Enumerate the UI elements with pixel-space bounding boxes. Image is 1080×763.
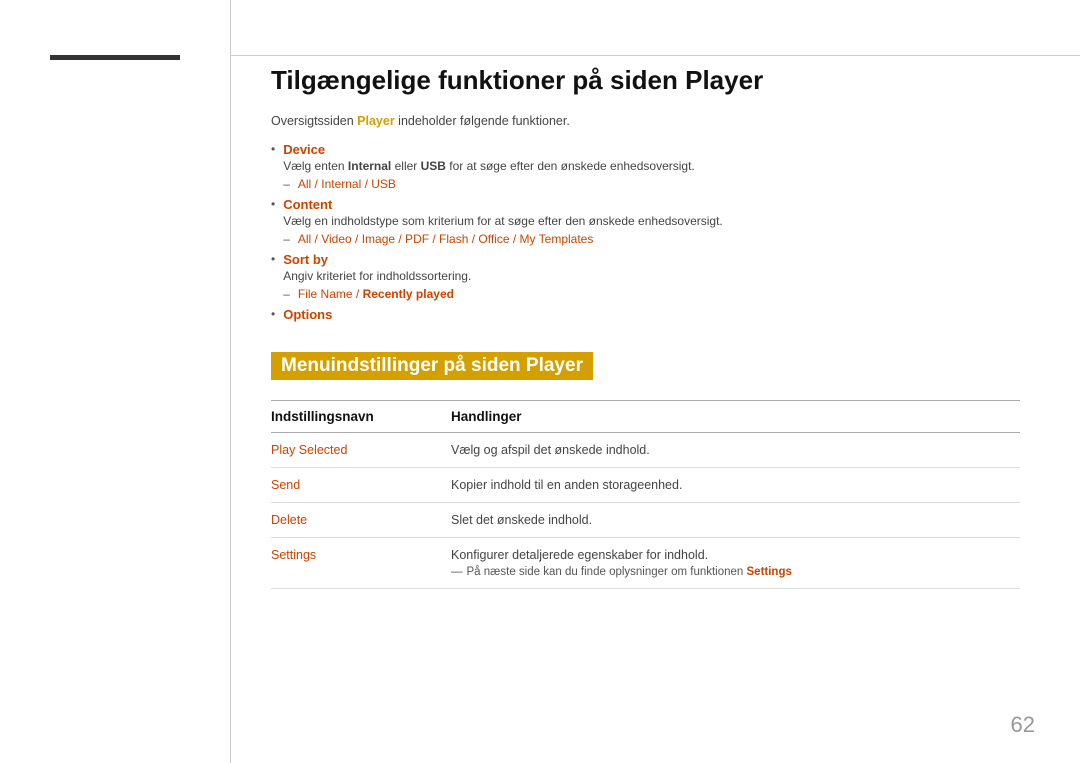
bullet-content-item: • Content Vælg en indholdstype som krite… [271, 197, 1020, 246]
setting-desc-delete: Slet det ønskede indhold. [451, 503, 1020, 538]
page-container: Tilgængelige funktioner på siden Player … [0, 0, 1080, 763]
bullet-content-sortby: Sort by Angiv kriteriet for indholdssort… [283, 252, 1020, 301]
bullet-label-content: Content [283, 197, 1020, 212]
page-number: 62 [1011, 712, 1035, 738]
table-row: Delete Slet det ønskede indhold. [271, 503, 1020, 538]
settings-table: Indstillingsnavn Handlinger Play Selecte… [271, 400, 1020, 589]
setting-name-delete: Delete [271, 503, 451, 538]
sub-links-content: All / Video / Image / PDF / Flash / Offi… [298, 232, 593, 246]
sub-bullet-sortby: – File Name / Recently played [283, 287, 1020, 301]
table-row: Send Kopier indhold til en anden storage… [271, 468, 1020, 503]
page-title: Tilgængelige funktioner på siden Player [271, 65, 1020, 96]
left-sidebar [0, 0, 230, 763]
sidebar-accent-bar [50, 55, 180, 60]
sub-bullet-content: – All / Video / Image / PDF / Flash / Of… [283, 232, 1020, 246]
settings-note: —På næste side kan du finde oplysninger … [451, 566, 1010, 578]
setting-name-play: Play Selected [271, 433, 451, 468]
col-header-name: Indstillingsnavn [271, 401, 451, 433]
top-border [231, 55, 1080, 56]
col-header-action: Handlinger [451, 401, 1020, 433]
bullet-section: • Device Vælg enten Internal eller USB f… [271, 142, 1020, 322]
bullet-content-options: Options [283, 307, 1020, 322]
bullet-desc-content: Vælg en indholdstype som kriterium for a… [283, 214, 1020, 228]
table-header-row: Indstillingsnavn Handlinger [271, 401, 1020, 433]
setting-desc-settings-main: Konfigurer detaljerede egenskaber for in… [451, 548, 1010, 562]
bullet-dot-sortby: • [271, 252, 275, 266]
sub-links-device: All / Internal / USB [298, 177, 396, 191]
sub-links-sortby: File Name / Recently played [298, 287, 454, 301]
bullet-dot-device: • [271, 142, 275, 156]
bullet-content-content: Content Vælg en indholdstype som kriteri… [283, 197, 1020, 246]
content-area: Tilgængelige funktioner på siden Player … [230, 0, 1080, 763]
bullet-label-options: Options [283, 307, 1020, 322]
bullet-dot-options: • [271, 307, 275, 321]
bullet-desc-sortby: Angiv kriteriet for indholdssortering. [283, 269, 1020, 283]
bullet-device: • Device Vælg enten Internal eller USB f… [271, 142, 1020, 191]
sub-dash-content: – [283, 232, 290, 246]
setting-desc-play: Vælg og afspil det ønskede indhold. [451, 433, 1020, 468]
intro-text: Oversigtssiden Player indeholder følgend… [271, 114, 1020, 128]
section2-title: Menuindstillinger på siden Player [271, 352, 593, 380]
setting-name-settings: Settings [271, 538, 451, 589]
setting-name-send: Send [271, 468, 451, 503]
sub-bullet-device: – All / Internal / USB [283, 177, 1020, 191]
bullet-sortby: • Sort by Angiv kriteriet for indholdsso… [271, 252, 1020, 301]
table-row: Play Selected Vælg og afspil det ønskede… [271, 433, 1020, 468]
intro-highlight: Player [357, 114, 395, 128]
sub-dash-device: – [283, 177, 290, 191]
intro-prefix: Oversigtssiden [271, 114, 357, 128]
bullet-content-device: Device Vælg enten Internal eller USB for… [283, 142, 1020, 191]
bullet-label-sortby: Sort by [283, 252, 1020, 267]
bullet-desc-device: Vælg enten Internal eller USB for at søg… [283, 159, 1020, 173]
bullet-label-device: Device [283, 142, 1020, 157]
setting-desc-send: Kopier indhold til en anden storageenhed… [451, 468, 1020, 503]
table-row: Settings Konfigurer detaljerede egenskab… [271, 538, 1020, 589]
intro-suffix: indeholder følgende funktioner. [395, 114, 570, 128]
settings-note-bold: Settings [747, 566, 792, 578]
em-dash: — [451, 566, 463, 578]
bullet-dot-content: • [271, 197, 275, 211]
bullet-options: • Options [271, 307, 1020, 322]
sub-dash-sortby: – [283, 287, 290, 301]
setting-desc-settings: Konfigurer detaljerede egenskaber for in… [451, 538, 1020, 589]
